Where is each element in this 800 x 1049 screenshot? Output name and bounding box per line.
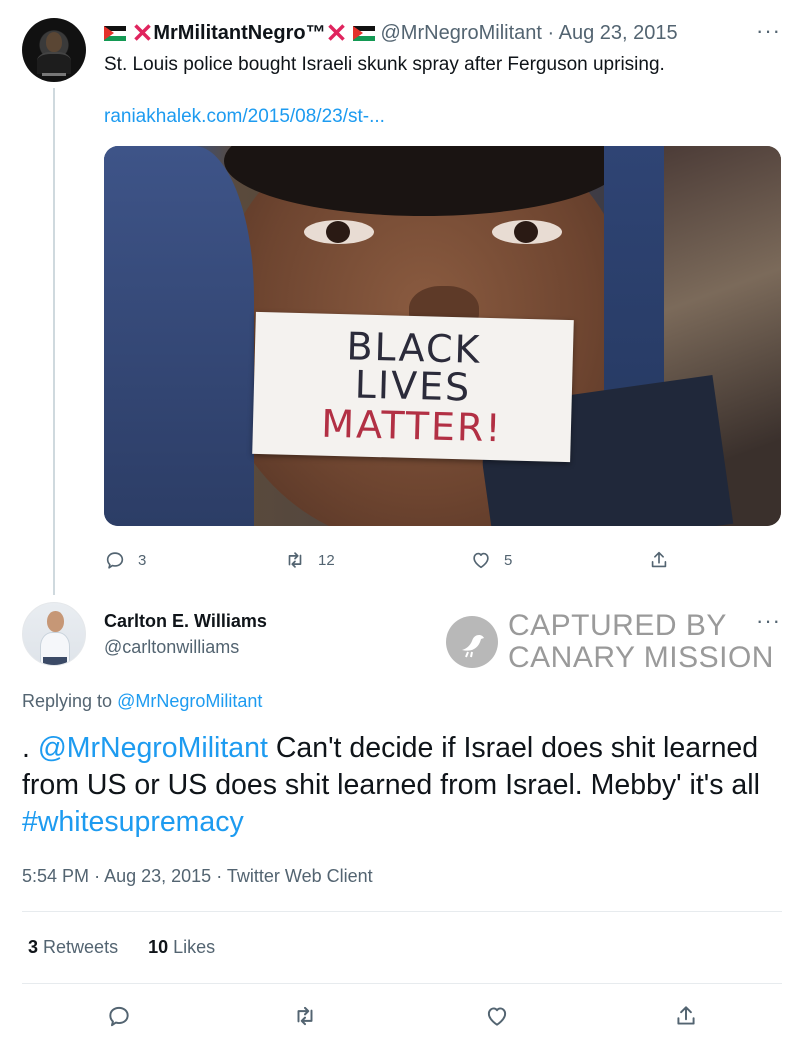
canary-logo-icon bbox=[446, 616, 498, 668]
like-count: 5 bbox=[504, 551, 513, 569]
parent-tweet-text: St. Louis police bought Israeli skunk sp… bbox=[104, 54, 665, 75]
like-icon bbox=[487, 1007, 507, 1026]
watermark-line: CANARY MISSION bbox=[508, 641, 774, 674]
main-display-name[interactable]: Carlton E. Williams bbox=[104, 611, 267, 632]
separator-dot: · bbox=[216, 866, 223, 886]
reply-icon bbox=[109, 1006, 129, 1027]
parent-date[interactable]: Aug 23, 2015 bbox=[559, 22, 678, 44]
watermark-line: CAPTURED BY bbox=[508, 609, 727, 642]
like-icon bbox=[473, 552, 489, 569]
palestine-flag-icon bbox=[352, 26, 375, 41]
retweet-icon bbox=[297, 1006, 313, 1026]
photo-sign: BLACK LIVES MATTER! bbox=[252, 311, 574, 463]
retweet-button[interactable]: 12 bbox=[284, 546, 335, 574]
tweet-date[interactable]: Aug 23, 2015 bbox=[104, 866, 211, 886]
body-mention[interactable]: @MrNegroMilitant bbox=[38, 732, 268, 764]
tweet-meta: 5:54 PM · Aug 23, 2015 · Twitter Web Cli… bbox=[22, 866, 373, 887]
divider bbox=[22, 911, 782, 912]
retweet-icon bbox=[288, 552, 302, 568]
share-icon bbox=[651, 551, 667, 568]
main-avatar[interactable] bbox=[22, 602, 86, 666]
separator-dot: · bbox=[94, 866, 101, 886]
reply-button[interactable] bbox=[106, 1002, 132, 1030]
tweet-time[interactable]: 5:54 PM bbox=[22, 866, 89, 886]
reply-button[interactable]: 3 bbox=[104, 546, 146, 574]
reply-icon bbox=[106, 552, 124, 569]
watermark-text: CAPTURED BY CANARY MISSION bbox=[508, 610, 774, 674]
likes-stat[interactable]: 10 Likes bbox=[148, 937, 215, 957]
share-button[interactable] bbox=[648, 546, 670, 574]
body-hashtag[interactable]: #whitesupremacy bbox=[22, 806, 244, 838]
main-handle[interactable]: @carltonwilliams bbox=[104, 637, 239, 658]
tweet-photo[interactable]: BLACK LIVES MATTER! bbox=[104, 146, 781, 526]
like-button[interactable] bbox=[484, 1002, 510, 1030]
reply-count: 3 bbox=[138, 551, 147, 569]
likes-label: Likes bbox=[173, 937, 216, 957]
body-prefix: . bbox=[22, 732, 38, 764]
cross-mark-icon: ✕ bbox=[131, 18, 154, 48]
retweet-count: 12 bbox=[318, 551, 335, 569]
thread-line bbox=[53, 88, 55, 595]
replying-to-mention[interactable]: @MrNegroMilitant bbox=[117, 691, 262, 711]
main-tweet-text: . @MrNegroMilitant Can't decide if Israe… bbox=[22, 730, 782, 841]
more-icon[interactable]: ··· bbox=[756, 18, 781, 44]
palestine-flag-icon bbox=[104, 26, 126, 41]
retweets-count: 3 bbox=[28, 937, 39, 957]
parent-display-name[interactable]: MrMilitantNegro™ bbox=[153, 22, 325, 44]
tweet-client[interactable]: Twitter Web Client bbox=[227, 866, 373, 886]
cross-mark-icon: ✕ bbox=[325, 18, 348, 48]
like-button[interactable]: 5 bbox=[470, 546, 512, 574]
parent-tweet-link[interactable]: raniakhalek.com/2015/08/23/st-... bbox=[104, 106, 385, 128]
parent-header: ✕MrMilitantNegro™✕ @MrNegroMilitant · Au… bbox=[104, 20, 678, 46]
share-button[interactable] bbox=[673, 1002, 699, 1030]
separator-dot: · bbox=[547, 22, 555, 44]
parent-handle[interactable]: @MrNegroMilitant bbox=[381, 22, 542, 44]
retweets-label: Retweets bbox=[43, 937, 119, 957]
divider bbox=[22, 983, 782, 984]
parent-avatar[interactable] bbox=[22, 18, 86, 82]
replying-to: Replying to @MrNegroMilitant bbox=[22, 691, 262, 712]
retweets-stat[interactable]: 3 Retweets bbox=[28, 937, 118, 957]
retweet-button[interactable] bbox=[292, 1002, 318, 1030]
tweet-stats: 3 Retweets 10 Likes bbox=[28, 937, 215, 958]
share-icon bbox=[677, 1006, 695, 1025]
sign-line: MATTER! bbox=[320, 401, 504, 451]
replying-prefix: Replying to bbox=[22, 691, 113, 711]
likes-count: 10 bbox=[148, 937, 169, 957]
